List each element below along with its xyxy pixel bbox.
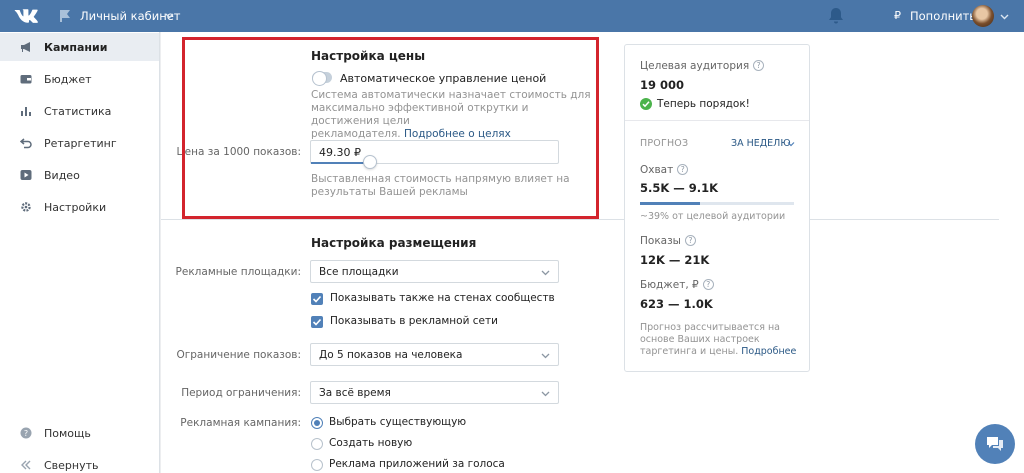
campaign-option-new[interactable]: Создать новую [329, 437, 412, 449]
campaign-radio-votes[interactable] [311, 459, 323, 471]
sidebar-item-video[interactable]: Видео [0, 161, 159, 189]
help-icon: ? [20, 427, 32, 439]
chevron-down-icon [541, 270, 550, 276]
sidebar-item-label: Бюджет [44, 73, 92, 86]
impressions-value: 12K — 21K [640, 253, 710, 267]
chevron-down-icon[interactable] [787, 140, 795, 148]
reach-bar [640, 202, 794, 205]
check-circle-icon [640, 98, 652, 110]
check-icon [312, 295, 322, 303]
chevron-down-icon [541, 391, 550, 397]
support-chat-button[interactable] [975, 424, 1015, 464]
forecast-more-link[interactable]: Подробнее [741, 346, 796, 357]
platforms-select[interactable]: Все площадки [310, 260, 559, 283]
audience-status: Теперь порядок! [657, 98, 750, 110]
limit-label: Ограничение показов: [176, 349, 301, 361]
section-divider [161, 219, 999, 220]
walls-checkbox[interactable] [311, 293, 323, 305]
period-select[interactable]: За всё время [310, 381, 559, 404]
reach-value: 5.5K — 9.1K [640, 181, 719, 195]
audience-label: Целевая аудитория? [640, 60, 765, 72]
sidebar-collapse-button[interactable]: Свернуть [0, 451, 159, 473]
period-dropdown[interactable]: ЗА НЕДЕЛЮ [731, 138, 791, 149]
campaign-label: Рекламная кампания: [180, 417, 301, 429]
reach-label: Охват? [640, 164, 689, 176]
platforms-value: Все площадки [319, 266, 399, 278]
question-icon[interactable]: ? [702, 279, 714, 290]
ruble-icon: ₽ [894, 9, 901, 22]
network-checkbox-label[interactable]: Показывать в рекламной сети [330, 315, 498, 327]
limit-select[interactable]: До 5 показов на человека [310, 343, 559, 366]
audience-value: 19 000 [640, 78, 685, 92]
sidebar-item-label: Ретаргетинг [44, 137, 117, 150]
impressions-label: Показы? [640, 235, 696, 247]
period-value: За всё время [319, 387, 391, 399]
network-checkbox[interactable] [311, 316, 323, 328]
question-icon[interactable]: ? [684, 235, 696, 246]
chat-icon [987, 437, 1003, 451]
retarget-icon [20, 138, 32, 149]
sidebar-item-budget[interactable]: Бюджет [0, 65, 159, 93]
bell-icon[interactable] [828, 7, 844, 25]
reach-note: ~39% от целевой аудитории [640, 211, 786, 222]
question-icon[interactable]: ? [753, 60, 765, 71]
sidebar-item-settings[interactable]: Настройки [0, 193, 159, 221]
forecast-label: ПРОГНОЗ [640, 138, 689, 149]
chevron-down-icon[interactable] [1000, 12, 1009, 21]
question-icon[interactable]: ? [677, 164, 689, 175]
sidebar: Кампании Бюджет Статистика Ретаргетинг В… [0, 32, 160, 473]
wallet-icon [20, 75, 32, 84]
campaign-radio-existing[interactable] [311, 417, 323, 429]
sidebar-item-label: Настройки [44, 201, 107, 214]
platforms-label: Рекламные площадки: [175, 266, 301, 278]
budget-label: Бюджет, ₽? [640, 279, 714, 291]
sidebar-item-label: Помощь [44, 427, 91, 440]
top-bar: Личный кабинет ₽ Пополнить [0, 0, 1024, 32]
topup-button[interactable]: Пополнить [910, 9, 976, 23]
bar-chart-icon [21, 107, 31, 116]
forecast-note: Прогноз рассчитывается на основе Ваших н… [640, 322, 797, 357]
walls-checkbox-label[interactable]: Показывать также на стенах сообществ [330, 292, 555, 304]
period-label: Период ограничения: [181, 387, 301, 399]
sidebar-item-label: Видео [44, 169, 80, 182]
sidebar-item-label: Свернуть [44, 459, 99, 472]
campaign-option-votes[interactable]: Реклама приложений за голоса [329, 458, 505, 470]
sidebar-item-help[interactable]: ? Помощь [0, 419, 159, 447]
vk-logo-icon[interactable] [14, 6, 38, 26]
gear-icon [21, 202, 31, 212]
sidebar-item-retargeting[interactable]: Ретаргетинг [0, 129, 159, 157]
sidebar-item-label: Статистика [44, 105, 112, 118]
svg-text:?: ? [24, 429, 28, 438]
chevron-down-icon[interactable] [165, 11, 174, 20]
play-icon [20, 170, 32, 180]
placement-section-title: Настройка размещения [311, 236, 477, 250]
megaphone-icon [21, 42, 30, 52]
price-highlight-frame [182, 37, 599, 219]
limit-value: До 5 показов на человека [319, 349, 463, 361]
campaign-radio-new[interactable] [311, 438, 323, 450]
sidebar-item-statistics[interactable]: Статистика [0, 97, 159, 125]
forecast-card: Целевая аудитория? 19 000 Теперь порядок… [624, 44, 810, 372]
budget-value: 623 — 1.0K [640, 297, 713, 311]
card-divider [625, 120, 809, 121]
flag-icon[interactable] [58, 9, 72, 23]
double-chevron-left-icon [21, 460, 31, 470]
check-icon [312, 318, 322, 326]
avatar[interactable] [972, 5, 994, 27]
sidebar-item-label: Кампании [44, 41, 108, 54]
chevron-down-icon [541, 353, 550, 359]
sidebar-item-campaigns[interactable]: Кампании [0, 33, 159, 61]
reach-bar-fill [640, 202, 701, 205]
campaign-option-existing[interactable]: Выбрать существующую [329, 416, 466, 428]
